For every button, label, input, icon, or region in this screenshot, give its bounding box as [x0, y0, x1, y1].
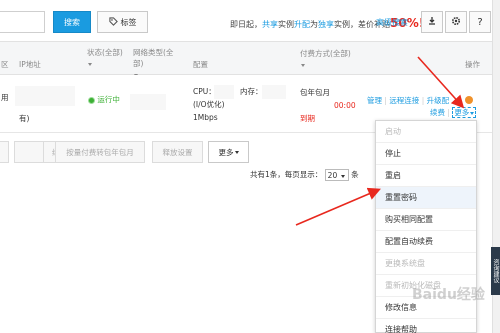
tag-button[interactable]: 标签 — [97, 11, 148, 33]
menu-item-reset-password[interactable]: 重置密码 — [376, 187, 476, 209]
menu-item-stop[interactable]: 停止 — [376, 143, 476, 165]
page-size-value: 20 — [327, 171, 338, 180]
notification-badge — [465, 96, 473, 104]
menu-item-start[interactable]: 启动 — [376, 121, 476, 143]
menu-item-connect-help[interactable]: 连接帮助 — [376, 319, 476, 333]
tag-label: 标签 — [120, 17, 137, 27]
advanced-search-link[interactable]: 高级搜索 — [376, 17, 408, 28]
divider: | — [384, 96, 387, 105]
header-actions: 操作 — [465, 60, 480, 69]
header-billing[interactable]: 付费方式(全部) — [300, 48, 351, 70]
page-size-select[interactable]: 20 — [324, 169, 349, 181]
bulk-button-fragment[interactable] — [0, 141, 9, 163]
divider: | — [447, 108, 450, 117]
menu-item-buy-same-config[interactable]: 购买相同配置 — [376, 209, 476, 231]
gear-icon — [451, 16, 461, 29]
redacted-ip — [15, 86, 75, 106]
bulk-more-button[interactable]: 更多 — [208, 141, 249, 163]
upgrade-link[interactable]: 升级配 — [427, 96, 450, 105]
manage-link[interactable]: 管理 — [367, 96, 382, 105]
table-header: 区 IP地址 状态(全部) 网络类型(全部) 配置 付费方式(全部) 操作 — [0, 41, 492, 77]
menu-item-restart[interactable]: 重启 — [376, 165, 476, 187]
pager-text: 共有1条，每页显示： — [250, 170, 323, 179]
divider: | — [421, 96, 425, 105]
pager-suffix: 条 — [351, 170, 359, 179]
chevron-down-icon — [234, 150, 239, 154]
export-button[interactable] — [421, 11, 443, 33]
row-actions: 管理 | 远程连接 | 升级配 — [367, 95, 449, 107]
settings-button[interactable] — [445, 11, 467, 33]
search-input[interactable] — [0, 11, 45, 33]
bandwidth: 1Mbps — [193, 113, 218, 122]
ip-fragment: 有) — [19, 114, 30, 123]
chevron-down-icon — [470, 111, 475, 115]
row-left-fragment: 用 — [1, 93, 9, 102]
header-config: 配置 — [193, 60, 208, 69]
chevron-down-icon — [301, 63, 305, 67]
more-actions-link[interactable]: 更多 — [452, 107, 477, 118]
cpu-label: CPU： — [193, 87, 216, 96]
chevron-down-icon — [88, 62, 92, 66]
remote-connect-link[interactable]: 远程连接 — [389, 96, 419, 105]
expire-label: 到期 — [300, 114, 315, 123]
promo-text: 实例 — [278, 20, 294, 29]
menu-item-change-system-disk[interactable]: 更换系统盘 — [376, 253, 476, 275]
bulk-more-label: 更多 — [218, 147, 234, 157]
export-icon — [427, 16, 437, 29]
header-zone: 区 — [1, 60, 9, 69]
promo-text: 为 — [310, 20, 318, 29]
convert-billing-button[interactable]: 按量付费转包年包月 — [55, 141, 145, 163]
io-optimized: (I/O优化) — [193, 100, 225, 109]
pagination: 共有1条，每页显示： 20 条 — [250, 169, 359, 181]
status-label: 运行中 — [97, 95, 120, 104]
search-button[interactable]: 搜索 — [53, 11, 91, 33]
help-button[interactable]: ? — [469, 11, 491, 33]
promo-exclusive-link[interactable]: 独享 — [318, 20, 334, 29]
header-ip: IP地址 — [19, 60, 41, 69]
expire-time: 00:00 — [334, 101, 356, 110]
promo-text: 即日起， — [230, 20, 262, 29]
header-status-label: 状态(全部) — [87, 48, 123, 57]
redacted-network — [130, 94, 166, 110]
chevron-down-icon — [340, 174, 345, 178]
release-settings-button[interactable]: 释放设置 — [152, 141, 203, 163]
redacted-memory — [262, 85, 286, 99]
promo-upgrade-link[interactable]: 升配 — [294, 20, 310, 29]
arrow-to-reset-password — [295, 187, 381, 226]
renew-link[interactable]: 续费 — [430, 108, 445, 117]
menu-item-auto-renew[interactable]: 配置自动续费 — [376, 231, 476, 253]
promo-share-link[interactable]: 共享 — [262, 20, 278, 29]
watermark: Baidu经验 — [412, 287, 485, 303]
billing-type: 包年包月 — [300, 88, 330, 97]
status-running: 运行中 — [88, 94, 120, 106]
memory-label: 内存： — [240, 87, 263, 96]
header-status[interactable]: 状态(全部) — [87, 47, 127, 69]
tag-icon — [108, 16, 118, 28]
header-network-label: 网络类型(全部) — [133, 48, 174, 68]
header-billing-label: 付费方式(全部) — [300, 49, 351, 58]
row-actions-second: 续费 | 更多 — [430, 107, 477, 119]
header-status-suffix — [87, 59, 92, 68]
help-icon: ? — [477, 16, 483, 28]
feedback-side-tab[interactable]: 咨询建议 — [491, 247, 500, 295]
status-dot-icon — [88, 96, 95, 104]
redacted-cpu — [214, 85, 234, 99]
more-actions-label: 更多 — [454, 108, 470, 117]
